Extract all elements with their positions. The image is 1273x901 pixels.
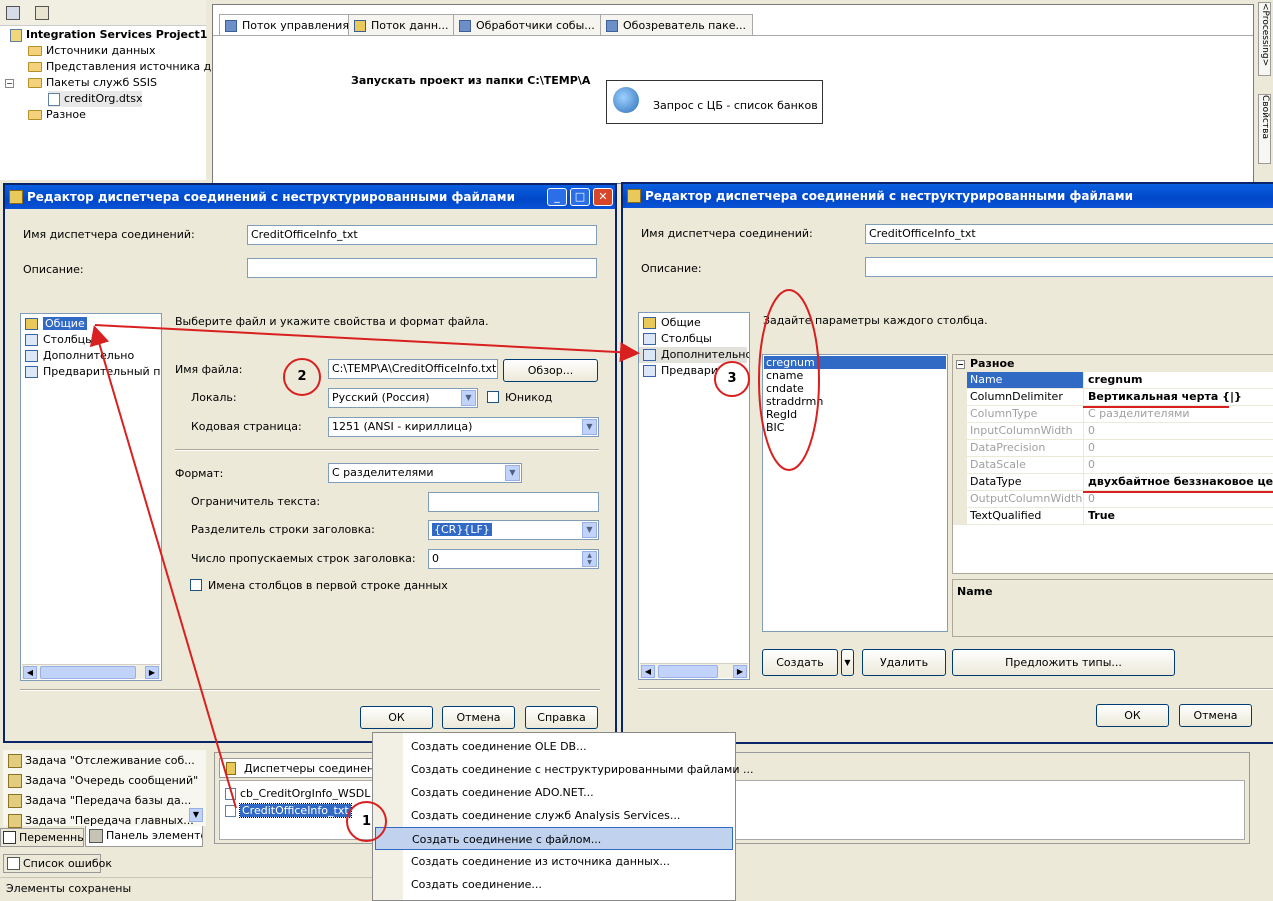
arrow-general-to-advanced xyxy=(94,324,640,363)
arrow-to-general xyxy=(89,325,237,809)
step-marker-1: 1 xyxy=(346,801,387,842)
step-marker-3: 3 xyxy=(714,361,750,397)
step-marker-2: 2 xyxy=(283,358,321,396)
annotation-arrows xyxy=(89,289,820,809)
columns-highlight-ellipse xyxy=(758,289,820,471)
